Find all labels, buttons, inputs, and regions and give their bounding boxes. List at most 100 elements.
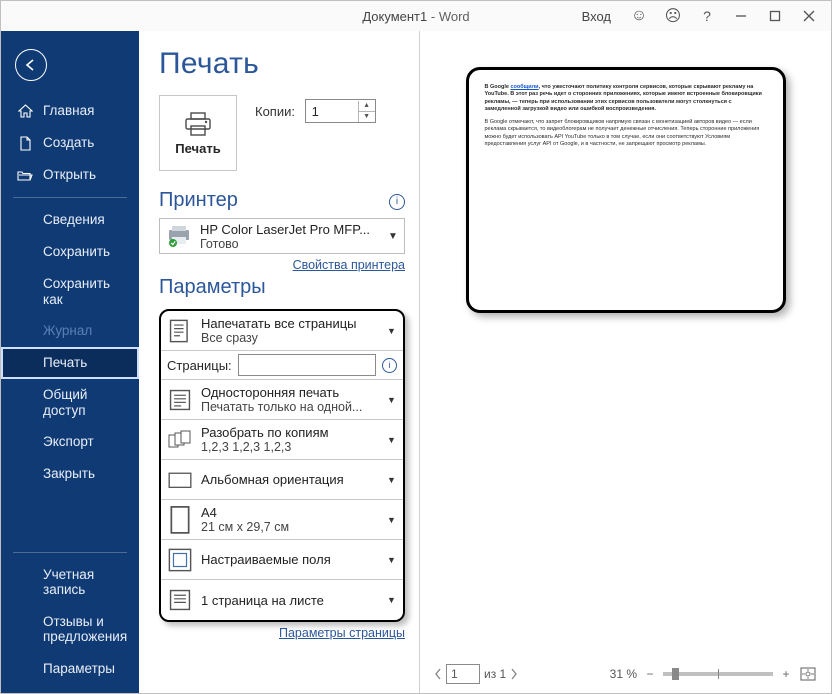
margins-icon: [167, 548, 193, 572]
collate-icon: [167, 428, 193, 452]
sidebar-item-label: Журнал: [43, 323, 92, 339]
maximize-button[interactable]: [759, 2, 791, 30]
zoom-value: 31 %: [610, 667, 637, 681]
page-title: Печать: [159, 47, 405, 81]
chevron-down-icon: ▼: [387, 326, 397, 336]
zoom-thumb[interactable]: [672, 668, 679, 680]
printer-status-icon: [166, 225, 192, 247]
printer-section-heading: Принтер: [159, 189, 238, 212]
sidebar-item-label: Печать: [43, 355, 87, 371]
printer-icon: [183, 111, 213, 137]
sidebar-item-open[interactable]: Открыть: [1, 159, 139, 191]
page-settings-link[interactable]: Параметры страницы: [159, 626, 405, 640]
printer-status-text: Готово: [200, 237, 380, 251]
sidebar-item-export[interactable]: Экспорт: [1, 426, 139, 458]
print-sides-select[interactable]: Односторонняя печатьПечатать только на о…: [161, 380, 403, 420]
new-file-icon: [17, 135, 33, 151]
open-folder-icon: [17, 167, 33, 183]
copies-label: Копии:: [255, 98, 295, 119]
printer-properties-link[interactable]: Свойства принтера: [159, 258, 405, 272]
collate-select[interactable]: Разобрать по копиям1,2,3 1,2,3 1,2,3 ▼: [161, 420, 403, 460]
page-size-icon: [167, 508, 193, 532]
sidebar-item-label: Отзывы и предложения: [43, 614, 127, 645]
frown-icon[interactable]: ☹: [657, 2, 689, 30]
copies-spinner[interactable]: ▲▼: [358, 101, 375, 122]
spin-up-icon[interactable]: ▲: [359, 101, 375, 112]
pages-per-sheet-icon: [167, 588, 193, 612]
copies-value: 1: [306, 104, 358, 119]
sidebar-item-share[interactable]: Общий доступ: [1, 379, 139, 426]
chevron-down-icon: ▼: [387, 515, 397, 525]
zoom-tick: [718, 669, 719, 679]
info-icon[interactable]: i: [389, 194, 405, 210]
sidebar-item-save[interactable]: Сохранить: [1, 236, 139, 268]
landscape-icon: [167, 468, 193, 492]
copies-input[interactable]: 1 ▲▼: [305, 99, 376, 123]
print-button[interactable]: Печать: [159, 95, 237, 171]
info-icon[interactable]: i: [382, 358, 397, 373]
one-side-icon: [167, 388, 193, 412]
sidebar-item-label: Создать: [43, 135, 94, 151]
next-page-button[interactable]: [510, 668, 518, 680]
zoom-in-button[interactable]: +: [779, 667, 793, 681]
pages-per-sheet-select[interactable]: 1 страница на листе ▼: [161, 580, 403, 620]
sidebar-item-label: Главная: [43, 103, 94, 119]
sidebar-item-info[interactable]: Сведения: [1, 204, 139, 236]
preview-area[interactable]: В Google сообщили, что ужесточают полити…: [434, 45, 817, 661]
sidebar-item-label: Сохранить: [43, 244, 110, 260]
sidebar-item-label: Открыть: [43, 167, 96, 183]
sidebar-item-close[interactable]: Закрыть: [1, 458, 139, 490]
sidebar-item-label: Учетная запись: [43, 567, 127, 598]
zoom-out-button[interactable]: −: [643, 667, 657, 681]
chevron-down-icon: ▼: [388, 231, 398, 242]
smile-icon[interactable]: ☺: [623, 2, 655, 30]
sidebar-item-label: Закрыть: [43, 466, 95, 482]
back-button[interactable]: [15, 49, 47, 81]
sidebar-item-label: Общий доступ: [43, 387, 127, 418]
backstage-sidebar: Главная Создать Открыть Сведения Сохрани…: [1, 31, 139, 693]
chevron-down-icon: ▼: [387, 475, 397, 485]
pages-label: Страницы:: [167, 358, 232, 373]
paper-size-select[interactable]: A421 см x 29,7 см ▼: [161, 500, 403, 540]
sidebar-separator: [13, 552, 127, 553]
printer-name: HP Color LaserJet Pro MFP...: [200, 222, 380, 237]
margins-select[interactable]: Настраиваемые поля ▼: [161, 540, 403, 580]
home-icon: [17, 103, 33, 119]
app-name: Word: [439, 9, 470, 24]
sidebar-item-options[interactable]: Параметры: [1, 653, 139, 685]
pages-input[interactable]: [238, 354, 376, 376]
params-box: Напечатать все страницыВсе сразу ▼ Стран…: [159, 309, 405, 622]
close-button[interactable]: [793, 2, 825, 30]
sidebar-item-print[interactable]: Печать: [1, 347, 139, 379]
sidebar-separator: [13, 197, 127, 198]
minimize-button[interactable]: [725, 2, 757, 30]
sidebar-item-saveas[interactable]: Сохранить как: [1, 268, 139, 315]
pages-all-icon: [167, 319, 193, 343]
page-count-label: из 1: [484, 667, 506, 681]
sidebar-item-feedback[interactable]: Отзывы и предложения: [1, 606, 139, 653]
fit-page-button[interactable]: [799, 666, 817, 682]
sidebar-item-create[interactable]: Создать: [1, 127, 139, 159]
prev-page-button[interactable]: [434, 668, 442, 680]
chevron-down-icon: ▼: [387, 435, 397, 445]
sidebar-item-history: Журнал: [1, 315, 139, 347]
sidebar-item-label: Сохранить как: [43, 276, 127, 307]
print-range-select[interactable]: Напечатать все страницыВсе сразу ▼: [161, 311, 403, 351]
signin-link[interactable]: Вход: [582, 9, 621, 24]
titlebar: Документ1 - Word Вход ☺ ☹ ?: [1, 1, 831, 31]
help-button[interactable]: ?: [691, 2, 723, 30]
sidebar-item-account[interactable]: Учетная запись: [1, 559, 139, 606]
sidebar-item-label: Параметры: [43, 661, 115, 677]
params-section-heading: Параметры: [159, 276, 266, 299]
print-button-label: Печать: [175, 141, 220, 156]
chevron-down-icon: ▼: [387, 395, 397, 405]
sidebar-item-home[interactable]: Главная: [1, 95, 139, 127]
orientation-select[interactable]: Альбомная ориентация ▼: [161, 460, 403, 500]
page-preview: В Google сообщили, что ужесточают полити…: [466, 67, 786, 313]
printer-select[interactable]: HP Color LaserJet Pro MFP... Готово ▼: [159, 218, 405, 254]
page-number-input[interactable]: 1: [446, 664, 480, 684]
sidebar-item-label: Сведения: [43, 212, 105, 228]
spin-down-icon[interactable]: ▼: [359, 112, 375, 122]
sidebar-item-label: Экспорт: [43, 434, 94, 450]
zoom-slider[interactable]: [663, 672, 773, 676]
